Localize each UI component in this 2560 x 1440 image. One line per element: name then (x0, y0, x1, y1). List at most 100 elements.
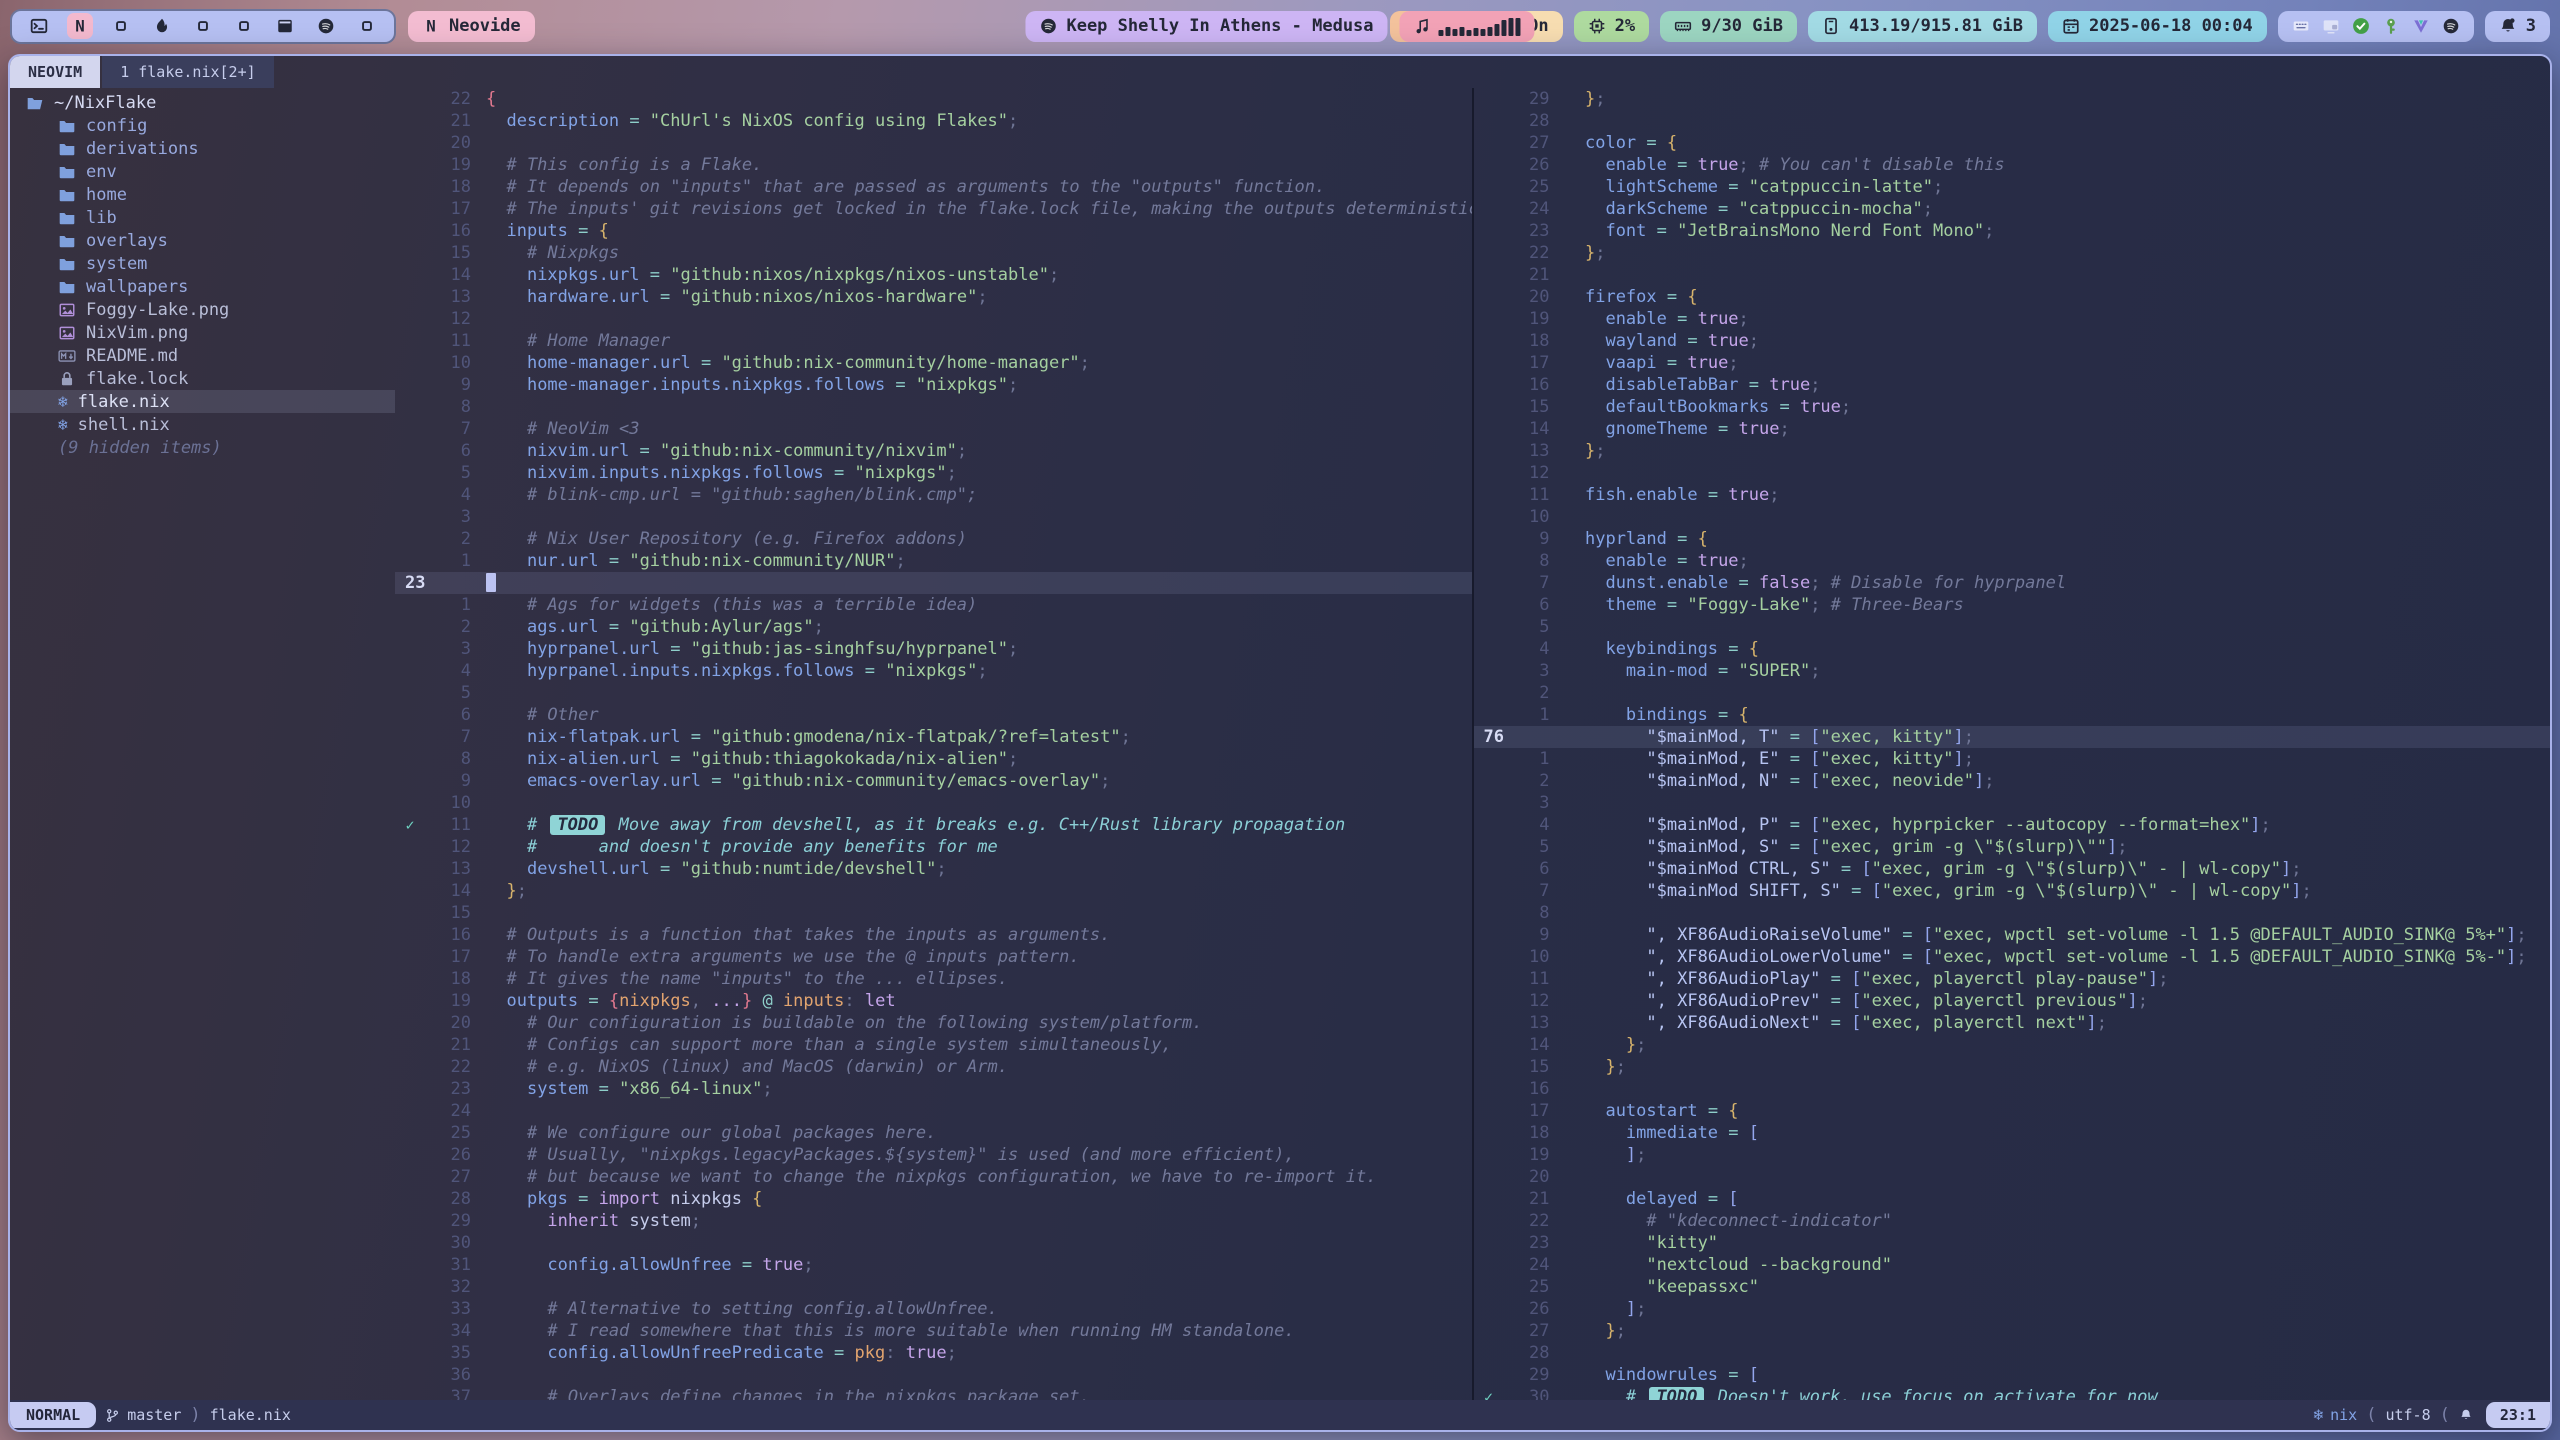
code-line[interactable]: 29 }; (1474, 88, 2551, 110)
window-title-module[interactable]: N Neovide (408, 11, 535, 42)
screenshare-icon[interactable] (2322, 17, 2340, 35)
code-line[interactable]: 8 (1474, 902, 2551, 924)
code-line[interactable]: 19 enable = true; (1474, 308, 2551, 330)
code-line[interactable]: 4 hyprpanel.inputs.nixpkgs.follows = "ni… (395, 660, 1472, 682)
code-line[interactable]: 3 hyprpanel.url = "github:jas-singhfsu/h… (395, 638, 1472, 660)
code-line[interactable]: 25 # We configure our global packages he… (395, 1122, 1472, 1144)
tree-folder-config[interactable]: config (10, 114, 395, 137)
code-line[interactable]: 15 (395, 902, 1472, 924)
code-line[interactable]: 18 # It gives the name "inputs" to the .… (395, 968, 1472, 990)
code-line[interactable]: 8 (395, 396, 1472, 418)
code-line[interactable]: 1 bindings = { (1474, 704, 2551, 726)
code-line[interactable]: 18 # It depends on "inputs" that are pas… (395, 176, 1472, 198)
code-line[interactable]: 3 (395, 506, 1472, 528)
code-line[interactable]: 32 (395, 1276, 1472, 1298)
code-line[interactable]: 22 }; (1474, 242, 2551, 264)
workspace-9-empty[interactable] (354, 13, 380, 39)
code-line[interactable]: 1 # Ags for widgets (this was a terrible… (395, 594, 1472, 616)
code-line[interactable]: 9 emacs-overlay.url = "github:nix-commun… (395, 770, 1472, 792)
code-line[interactable]: 12 (395, 308, 1472, 330)
code-line[interactable]: 27 # but because we want to change the n… (395, 1166, 1472, 1188)
keyboard-icon[interactable] (2292, 17, 2310, 35)
code-line[interactable]: 23 (395, 572, 1472, 594)
code-line[interactable]: 5 "$mainMod, S" = ["exec, grim -g \"$(sl… (1474, 836, 2551, 858)
code-line[interactable]: 17 autostart = { (1474, 1100, 2551, 1122)
code-line[interactable]: 20 # Our configuration is buildable on t… (395, 1012, 1472, 1034)
code-line[interactable]: 76 "$mainMod, T" = ["exec, kitty"]; (1474, 726, 2551, 748)
media-module[interactable]: Keep Shelly In Athens - Medusa (1025, 11, 1387, 42)
code-line[interactable]: 6 # Other (395, 704, 1472, 726)
code-line[interactable]: 16 (1474, 1078, 2551, 1100)
code-line[interactable]: 28 (1474, 110, 2551, 132)
clock-module[interactable]: 2025-06-18 00:04 (2048, 11, 2267, 42)
code-line[interactable]: 7 "$mainMod SHIFT, S" = ["exec, grim -g … (1474, 880, 2551, 902)
code-line[interactable]: 22{ (395, 88, 1472, 110)
code-line[interactable]: 5 (1474, 616, 2551, 638)
code-line[interactable]: 17 vaapi = true; (1474, 352, 2551, 374)
code-line[interactable]: 2 (1474, 682, 2551, 704)
code-line[interactable]: 16 inputs = { (395, 220, 1472, 242)
code-line[interactable]: 13 }; (1474, 440, 2551, 462)
code-line[interactable]: 9 hyprland = { (1474, 528, 2551, 550)
code-line[interactable]: 2 "$mainMod, N" = ["exec, neovide"]; (1474, 770, 2551, 792)
code-line[interactable]: 24 (395, 1100, 1472, 1122)
tab-neotree[interactable]: NEOVIM (10, 56, 100, 88)
tree-file-shell.nix[interactable]: ❄shell.nix (10, 413, 395, 436)
code-line[interactable]: 23 font = "JetBrainsMono Nerd Font Mono"… (1474, 220, 2551, 242)
code-line[interactable]: 15 # Nixpkgs (395, 242, 1472, 264)
cpu-module[interactable]: 2% (1574, 11, 1649, 42)
code-line[interactable]: 10 (395, 792, 1472, 814)
code-line[interactable]: 24 darkScheme = "catppuccin-mocha"; (1474, 198, 2551, 220)
tree-root[interactable]: ~/NixFlake (10, 91, 395, 114)
workspace-3-empty[interactable] (108, 13, 134, 39)
code-line[interactable]: 7 nix-flatpak.url = "github:gmodena/nix-… (395, 726, 1472, 748)
tree-file-NixVim.png[interactable]: NixVim.png (10, 321, 395, 344)
code-line[interactable]: 18 immediate = [ (1474, 1122, 2551, 1144)
code-line[interactable]: 14 nixpkgs.url = "github:nixos/nixpkgs/n… (395, 264, 1472, 286)
code-line[interactable]: 13 ", XF86AudioNext" = ["exec, playerctl… (1474, 1012, 2551, 1034)
code-line[interactable]: 20 (1474, 1166, 2551, 1188)
notifications-module[interactable]: 3 (2485, 11, 2550, 42)
spotify-icon[interactable] (2442, 17, 2460, 35)
workspace-6-empty[interactable] (231, 13, 257, 39)
code-line[interactable]: 4 "$mainMod, P" = ["exec, hyprpicker --a… (1474, 814, 2551, 836)
code-line[interactable]: 10 (1474, 506, 2551, 528)
code-line[interactable]: 10 home-manager.url = "github:nix-commun… (395, 352, 1472, 374)
code-line[interactable]: 9 home-manager.inputs.nixpkgs.follows = … (395, 374, 1472, 396)
code-line[interactable]: 19 ]; (1474, 1144, 2551, 1166)
code-line[interactable]: 35 config.allowUnfreePredicate = pkg: tr… (395, 1342, 1472, 1364)
workspace-2-neovide[interactable]: N (67, 13, 93, 39)
code-line[interactable]: 22 # "kdeconnect-indicator" (1474, 1210, 2551, 1232)
tree-folder-wallpapers[interactable]: wallpapers (10, 275, 395, 298)
code-line[interactable]: 31 config.allowUnfree = true; (395, 1254, 1472, 1276)
code-line[interactable]: 21 description = "ChUrl's NixOS config u… (395, 110, 1472, 132)
code-line[interactable]: 10 ", XF86AudioLowerVolume" = ["exec, wp… (1474, 946, 2551, 968)
code-line[interactable]: 15 defaultBookmarks = true; (1474, 396, 2551, 418)
code-line[interactable]: 11 ", XF86AudioPlay" = ["exec, playerctl… (1474, 968, 2551, 990)
code-line[interactable]: 27 }; (1474, 1320, 2551, 1342)
code-line[interactable]: 37 # Overlays define changes in the nixp… (395, 1386, 1472, 1400)
tab-flake-nix[interactable]: 1 flake.nix[2+] (102, 56, 273, 88)
workspace-5-empty[interactable] (190, 13, 216, 39)
code-line[interactable]: 29 windowrules = [ (1474, 1364, 2551, 1386)
git-branch[interactable]: master (105, 1406, 181, 1424)
code-line[interactable]: 12 # and doesn't provide any benefits fo… (395, 836, 1472, 858)
code-line[interactable]: 5 nixvim.inputs.nixpkgs.follows = "nixpk… (395, 462, 1472, 484)
code-line[interactable]: 7 # NeoVim <3 (395, 418, 1472, 440)
workspace-4-firefox[interactable] (149, 13, 175, 39)
code-line[interactable]: ✓30 # TODO Doesn't work, use focus_on_ac… (1474, 1386, 2551, 1400)
code-line[interactable]: ✓11 # TODO Move away from devshell, as i… (395, 814, 1472, 836)
code-line[interactable]: 22 # e.g. NixOS (linux) and MacOS (darwi… (395, 1056, 1472, 1078)
code-line[interactable]: 20 (395, 132, 1472, 154)
code-line[interactable]: 30 (395, 1232, 1472, 1254)
key-icon[interactable] (2382, 17, 2400, 35)
disk-module[interactable]: 413.19/915.81 GiB (1808, 11, 2037, 42)
vesktop-icon[interactable] (2412, 17, 2430, 35)
code-line[interactable]: 26 # Usually, "nixpkgs.legacyPackages.${… (395, 1144, 1472, 1166)
code-line[interactable]: 11 # Home Manager (395, 330, 1472, 352)
tree-folder-derivations[interactable]: derivations (10, 137, 395, 160)
code-line[interactable]: 9 ", XF86AudioRaiseVolume" = ["exec, wpc… (1474, 924, 2551, 946)
code-line[interactable]: 11 fish.enable = true; (1474, 484, 2551, 506)
code-line[interactable]: 26 ]; (1474, 1298, 2551, 1320)
tree-folder-system[interactable]: system (10, 252, 395, 275)
